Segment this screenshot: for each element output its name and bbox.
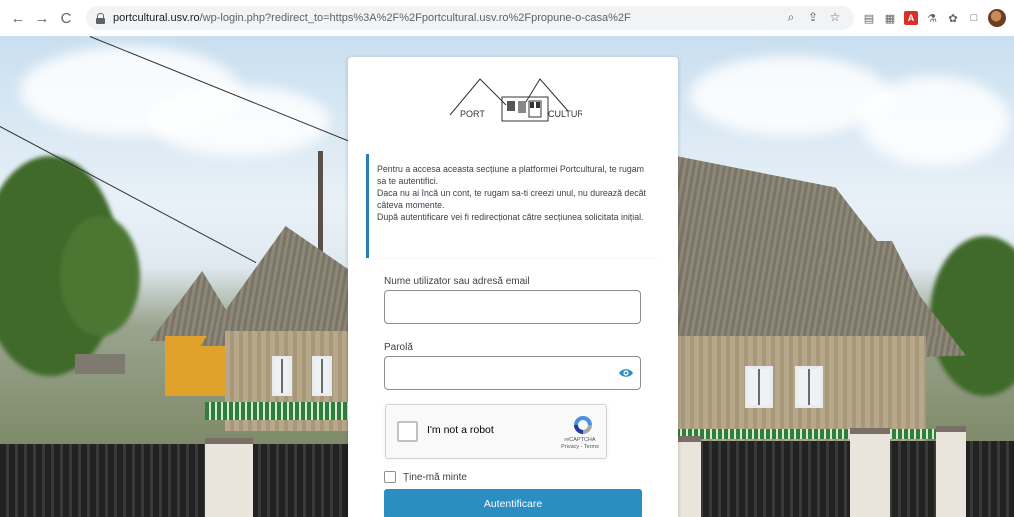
forward-arrow-icon[interactable]: → xyxy=(32,8,52,28)
login-notice: Pentru a accesa aceasta secțiune a platf… xyxy=(366,154,660,258)
dark-fence xyxy=(0,444,350,517)
recaptcha-brand-text: reCAPTCHA xyxy=(564,437,596,443)
fence-pillar xyxy=(205,438,253,517)
address-bar[interactable]: portcultural.usv.ro/wp-login.php?redirec… xyxy=(86,6,854,30)
window xyxy=(795,366,823,408)
small-shed xyxy=(75,354,125,374)
ext-icon[interactable]: ⚗ xyxy=(925,11,939,25)
lock-icon[interactable] xyxy=(96,12,105,24)
reader-icon[interactable]: ▤ xyxy=(862,11,876,25)
share-icon[interactable]: ⇪ xyxy=(806,10,820,25)
fence-pillar xyxy=(676,436,701,517)
fence-pillar xyxy=(936,426,966,517)
recaptcha-checkbox[interactable] xyxy=(397,421,418,442)
notice-line: După autentificare vei fi redirecționat … xyxy=(377,212,644,222)
username-label: Nume utilizator sau adresă email xyxy=(384,276,530,287)
browser-toolbar: ← → C portcultural.usv.ro/wp-login.php?r… xyxy=(0,0,1014,36)
window xyxy=(312,356,332,396)
extensions-bar: ▤ ▦ A ⚗ ✿ □ xyxy=(862,9,1006,27)
zoom-icon[interactable]: ⌕ xyxy=(784,10,798,25)
url-text[interactable]: portcultural.usv.ro/wp-login.php?redirec… xyxy=(113,12,631,24)
login-card: PORT CULTURAL Pentru a accesa aceasta se… xyxy=(348,57,678,517)
logo-text-left: PORT xyxy=(460,109,485,119)
roof xyxy=(820,241,940,336)
password-input[interactable] xyxy=(384,356,641,390)
remember-label: Ține-mă minte xyxy=(403,471,467,483)
grid-icon[interactable]: ▦ xyxy=(883,11,897,25)
login-button[interactable]: Autentificare xyxy=(384,489,642,517)
cloud xyxy=(860,76,1010,166)
url-path: /wp-login.php?redirect_to=https%3A%2F%2F… xyxy=(199,12,631,24)
eye-icon[interactable] xyxy=(618,365,634,381)
password-label: Parolă xyxy=(384,342,413,353)
recaptcha-links[interactable]: Privacy - Terms xyxy=(560,444,600,451)
tree xyxy=(60,216,140,336)
back-arrow-icon[interactable]: ← xyxy=(8,8,28,28)
recaptcha-widget: I'm not a robot reCAPTCHA Privacy - Term… xyxy=(385,404,607,459)
remember-checkbox[interactable] xyxy=(384,471,396,483)
notice-line: Daca nu ai încă un cont, te rugam sa-ti … xyxy=(377,188,646,210)
recaptcha-icon xyxy=(574,416,592,434)
green-fence xyxy=(205,402,350,420)
profile-avatar[interactable] xyxy=(988,9,1006,27)
logo-text-right: CULTURAL xyxy=(548,109,582,119)
portcultural-logo: PORT CULTURAL xyxy=(449,78,582,122)
recaptcha-brand: reCAPTCHA Privacy - Terms xyxy=(560,437,600,451)
url-host: portcultural.usv.ro xyxy=(113,12,200,24)
window xyxy=(745,366,773,408)
puzzle-icon[interactable]: ✿ xyxy=(946,11,960,25)
star-icon[interactable]: ☆ xyxy=(828,10,842,25)
green-fence xyxy=(676,429,946,439)
pdf-icon[interactable]: A xyxy=(904,11,918,25)
tree xyxy=(930,236,1014,396)
omnibox-icons: ⌕ ⇪ ☆ xyxy=(784,10,842,25)
remember-me[interactable]: Ține-mă minte xyxy=(384,471,467,483)
reload-icon[interactable]: C xyxy=(56,8,76,28)
recaptcha-label: I'm not a robot xyxy=(427,424,494,436)
window xyxy=(272,356,292,396)
fence-pillar xyxy=(850,428,890,517)
notice-line: Pentru a accesa aceasta secțiune a platf… xyxy=(377,164,644,186)
sidepanel-icon[interactable]: □ xyxy=(967,11,981,25)
username-input[interactable] xyxy=(384,290,641,324)
